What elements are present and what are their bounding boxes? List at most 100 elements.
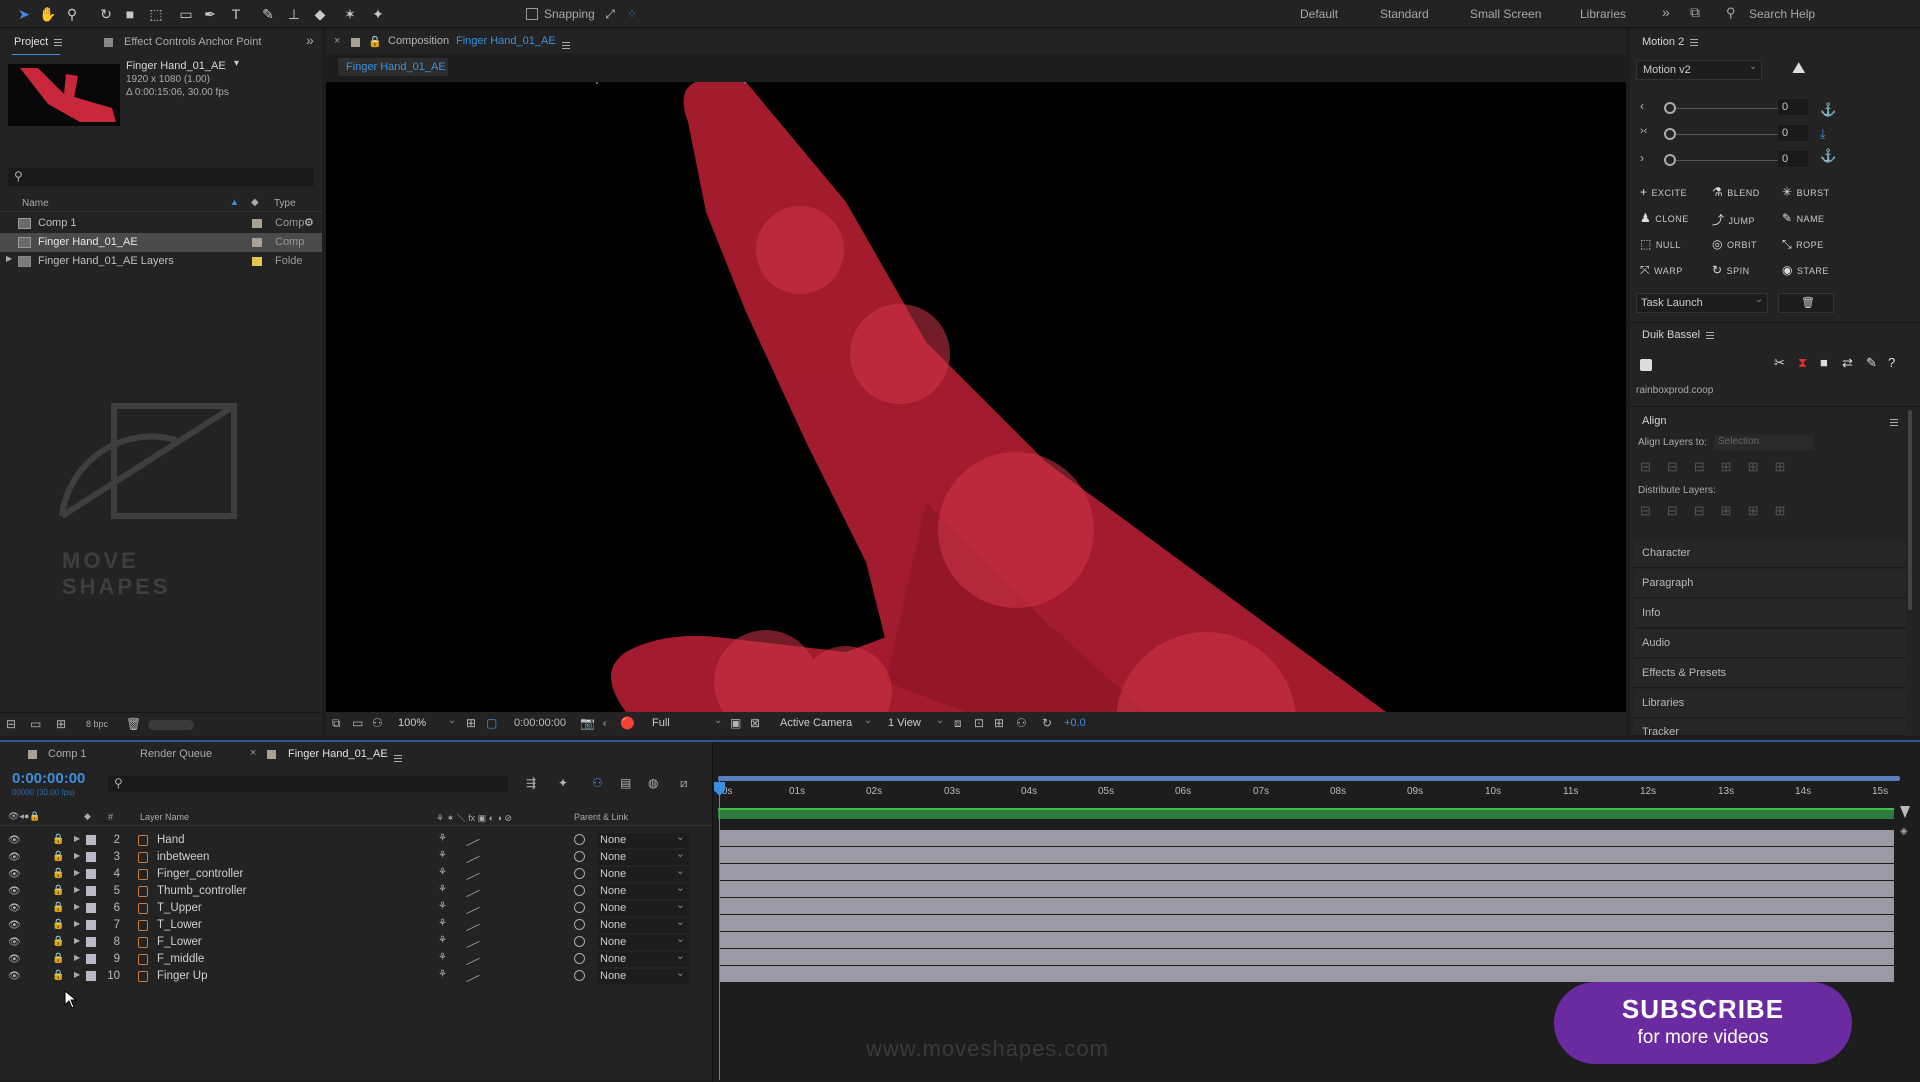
work-area-bar[interactable] — [718, 776, 1900, 781]
quality-switch-icon[interactable] — [466, 933, 480, 949]
shy-switch-icon[interactable]: ⚘ — [438, 884, 447, 895]
flowchart-view-icon[interactable]: ⚇ — [1016, 716, 1027, 730]
ease-link-icon[interactable]: ⤓ — [1820, 126, 1826, 142]
safe-margins-icon[interactable]: ⊞ — [466, 716, 476, 730]
lock-icon[interactable]: 🔒 — [52, 902, 64, 913]
label-swatch[interactable] — [86, 903, 96, 913]
layer-duration-bar[interactable] — [720, 881, 1894, 897]
layer-name[interactable]: Hand — [157, 834, 185, 846]
pick-whip-icon[interactable] — [574, 936, 585, 947]
mask-visibility-icon[interactable]: ⚇ — [372, 716, 383, 730]
name-button[interactable]: ✎ NAME — [1782, 211, 1825, 225]
thumbnail-scroll[interactable] — [148, 720, 194, 730]
timeline-icon[interactable]: ⊞ — [994, 716, 1004, 730]
quality-switch-icon[interactable] — [466, 950, 480, 966]
transparency-grid-icon[interactable]: ⊠ — [750, 716, 760, 730]
spin-button[interactable]: ↻ SPIN — [1712, 263, 1750, 277]
comp-tab-prefix[interactable]: Composition — [388, 35, 449, 47]
layer-duration-bar[interactable] — [720, 966, 1894, 982]
layer-name[interactable]: F_Lower — [157, 936, 202, 948]
frame-blending-icon[interactable]: ▤ — [620, 776, 631, 790]
shy-switch-icon[interactable]: ⚘ — [438, 935, 447, 946]
tab-render-queue[interactable]: Render Queue — [140, 748, 212, 760]
warp-button[interactable]: ⤧ WARP — [1640, 263, 1683, 278]
sort-ascending-icon[interactable]: ▲ — [230, 197, 239, 207]
task-delete-button[interactable]: 🗑 — [1778, 293, 1834, 313]
quality-switch-icon[interactable] — [466, 899, 480, 915]
type-tool-icon[interactable]: T — [226, 4, 246, 24]
new-folder-icon[interactable]: ▭ — [30, 717, 41, 731]
project-item[interactable]: ▶ Finger Hand_01_AE Layers Folde — [0, 252, 322, 271]
comp-breadcrumb[interactable]: Finger Hand_01_AE — [338, 58, 448, 76]
expand-arrow-icon[interactable]: ▶ — [74, 851, 80, 860]
align-panel-menu-icon[interactable] — [1890, 415, 1898, 429]
label-swatch[interactable] — [86, 937, 96, 947]
label-swatch[interactable] — [252, 219, 262, 228]
pick-whip-icon[interactable] — [574, 919, 585, 930]
lock-icon[interactable]: 🔒 — [52, 834, 64, 845]
eye-icon[interactable]: 👁 — [8, 954, 21, 965]
orbit-button[interactable]: ◎ ORBIT — [1712, 237, 1757, 251]
duik-panel-title[interactable]: Duik Bassel — [1642, 329, 1715, 341]
tracker-panel[interactable]: Tracker — [1634, 720, 1906, 736]
quality-switch-icon[interactable] — [466, 882, 480, 898]
pick-whip-icon[interactable] — [574, 953, 585, 964]
lock-icon[interactable]: 🔒 — [52, 851, 64, 862]
rope-button[interactable]: ⤡ ROPE — [1782, 237, 1824, 252]
snap-options-icon[interactable]: ⤢ — [600, 4, 620, 24]
puppet-tool-icon[interactable]: ✦ — [368, 4, 388, 24]
close-tab-icon[interactable]: × — [334, 35, 340, 47]
camera-dropdown-icon[interactable]: ⌄ — [864, 715, 872, 726]
layer-row[interactable]: 👁 🔒 ▶ 3 inbetween ⚘ None — [0, 847, 712, 866]
color-channels-icon[interactable]: 🔴 — [620, 716, 635, 730]
layer-row[interactable]: 👁 🔒 ▶ 6 T_Upper ⚘ None — [0, 898, 712, 917]
pen-tool-icon[interactable]: ✒ — [200, 4, 220, 24]
layer-duration-bar[interactable] — [720, 847, 1894, 863]
brush-tool-icon[interactable]: ✎ — [258, 4, 278, 24]
workspace-small-screen[interactable]: Small Screen — [1470, 7, 1541, 21]
layer-row[interactable]: 👁 🔒 ▶ 8 F_Lower ⚘ None — [0, 932, 712, 951]
motion-slider[interactable]: › — [1640, 151, 1790, 167]
align-to-select[interactable]: Selection — [1714, 435, 1814, 450]
project-search-input[interactable]: ⚲ — [8, 168, 314, 186]
shy-switch-icon[interactable]: ⚘ — [438, 952, 447, 963]
project-item-selected[interactable]: Finger Hand_01_AE Comp — [0, 233, 322, 252]
snap-grid-icon[interactable]: ⁘ — [622, 4, 642, 24]
layer-name[interactable]: F_middle — [157, 953, 204, 965]
parent-select[interactable]: None — [597, 915, 689, 933]
libraries-panel[interactable]: Libraries — [1634, 690, 1906, 718]
parent-select[interactable]: None — [597, 898, 689, 916]
quality-switch-icon[interactable] — [466, 967, 480, 983]
jump-button[interactable]: ⤴ JUMP — [1712, 211, 1755, 228]
clone-stamp-tool-icon[interactable]: ⊥ — [284, 4, 304, 24]
layer-name[interactable]: Finger Up — [157, 970, 208, 982]
slider-knob[interactable] — [1664, 154, 1676, 166]
shy-layers-icon[interactable]: ⚇ — [592, 776, 603, 790]
zoom-tool-icon[interactable]: ⚲ — [62, 4, 82, 24]
comp-mini-flowchart-icon[interactable]: ⇶ — [526, 776, 536, 790]
quality-switch-icon[interactable] — [466, 916, 480, 932]
align-panel-title[interactable]: Align — [1642, 415, 1666, 427]
eye-icon[interactable]: 👁 — [8, 886, 21, 897]
current-timecode[interactable]: 0:00:00:00 — [12, 770, 85, 787]
label-swatch[interactable] — [252, 257, 262, 266]
layer-name[interactable]: T_Upper — [157, 902, 202, 914]
workspace-layout-icon[interactable]: ⧉ — [1690, 4, 1700, 21]
magnification-select[interactable]: 100% — [398, 717, 426, 729]
audio-panel[interactable]: Audio — [1634, 630, 1906, 658]
exposure-value[interactable]: +0.0 — [1064, 717, 1086, 729]
quality-switch-icon[interactable] — [466, 831, 480, 847]
layer-name[interactable]: Finger_controller — [157, 868, 243, 880]
search-help-input[interactable]: Search Help — [1749, 7, 1815, 21]
layer-row[interactable]: 👁 🔒 ▶ 5 Thumb_controller ⚘ None — [0, 881, 712, 900]
eye-icon[interactable]: 👁 — [8, 835, 21, 846]
duik-camera-icon[interactable]: ■ — [1820, 355, 1828, 370]
label-swatch[interactable] — [86, 971, 96, 981]
comp-lock-icon[interactable]: 🔒 — [368, 35, 382, 48]
resolution-dropdown-icon[interactable]: ⌄ — [714, 715, 722, 726]
rectangle-tool-icon[interactable]: ▭ — [176, 4, 196, 24]
eraser-tool-icon[interactable]: ◆ — [310, 4, 330, 24]
selection-tool-icon[interactable]: ➤ — [14, 4, 34, 24]
lock-icon[interactable]: 🔒 — [52, 919, 64, 930]
right-panel-scrollbar[interactable] — [1908, 410, 1912, 610]
